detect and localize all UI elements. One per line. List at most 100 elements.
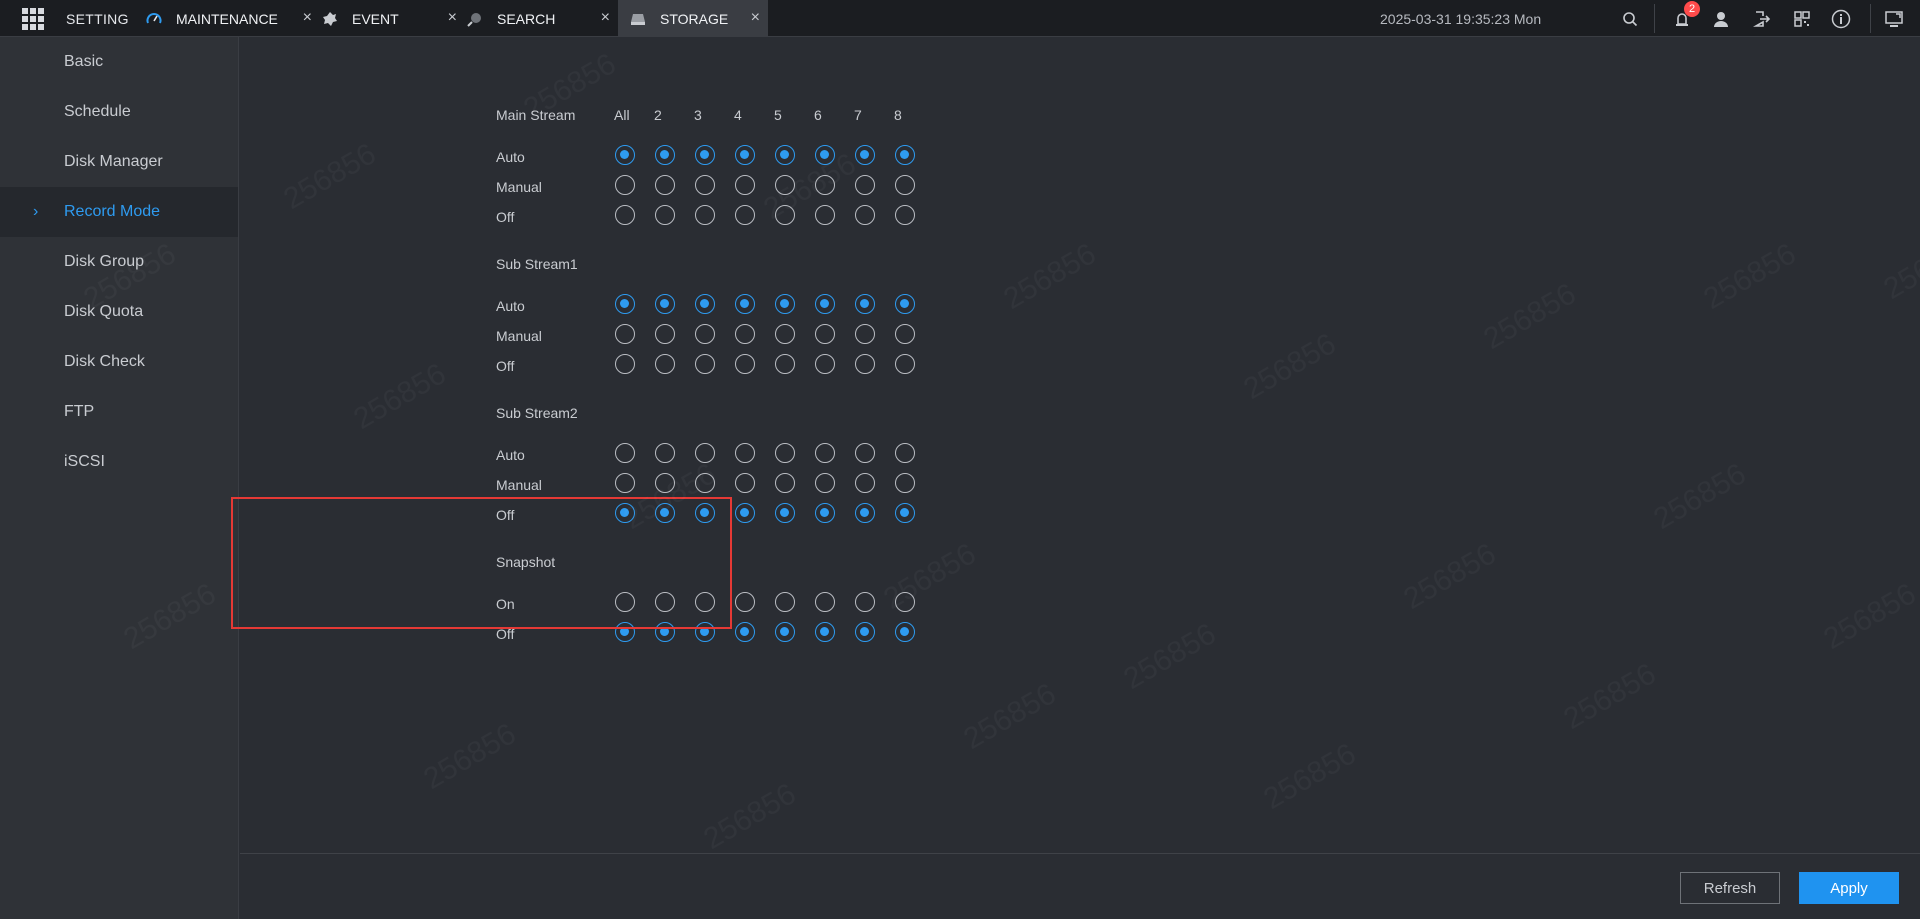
radio-button[interactable] xyxy=(615,592,635,612)
radio-button[interactable] xyxy=(655,592,675,612)
sidebar-item-record-mode[interactable]: › Record Mode xyxy=(0,187,238,237)
radio-button[interactable] xyxy=(735,324,755,344)
radio-button[interactable] xyxy=(855,145,875,165)
radio-button[interactable] xyxy=(855,592,875,612)
qr-code-icon[interactable] xyxy=(1790,7,1814,31)
radio-button[interactable] xyxy=(775,324,795,344)
radio-button[interactable] xyxy=(695,592,715,612)
sidebar-item-basic[interactable]: Basic xyxy=(0,37,238,87)
radio-button[interactable] xyxy=(775,354,795,374)
radio-button[interactable] xyxy=(815,324,835,344)
radio-button[interactable] xyxy=(895,592,915,612)
tab-search[interactable]: SEARCH × xyxy=(465,0,618,37)
radio-button[interactable] xyxy=(735,145,755,165)
radio-button[interactable] xyxy=(695,473,715,493)
radio-button[interactable] xyxy=(695,175,715,195)
sidebar-item-disk-group[interactable]: Disk Group xyxy=(0,237,238,287)
radio-button[interactable] xyxy=(815,205,835,225)
radio-button[interactable] xyxy=(695,205,715,225)
radio-button[interactable] xyxy=(815,294,835,314)
radio-button[interactable] xyxy=(695,622,715,642)
radio-button[interactable] xyxy=(895,294,915,314)
radio-button[interactable] xyxy=(775,503,795,523)
radio-button[interactable] xyxy=(855,294,875,314)
logout-icon[interactable] xyxy=(1750,7,1774,31)
radio-button[interactable] xyxy=(735,443,755,463)
radio-button[interactable] xyxy=(895,205,915,225)
radio-button[interactable] xyxy=(735,622,755,642)
radio-button[interactable] xyxy=(695,294,715,314)
tab-maintenance[interactable]: MAINTENANCE × xyxy=(144,0,320,37)
radio-button[interactable] xyxy=(615,503,635,523)
radio-button[interactable] xyxy=(895,354,915,374)
close-icon[interactable]: × xyxy=(601,9,610,27)
tab-storage[interactable]: STORAGE × xyxy=(618,0,768,37)
radio-button[interactable] xyxy=(895,622,915,642)
sidebar-item-schedule[interactable]: Schedule xyxy=(0,87,238,137)
radio-button[interactable] xyxy=(615,175,635,195)
radio-button[interactable] xyxy=(855,503,875,523)
close-icon[interactable]: × xyxy=(303,9,312,27)
radio-button[interactable] xyxy=(655,294,675,314)
radio-button[interactable] xyxy=(775,205,795,225)
radio-button[interactable] xyxy=(655,205,675,225)
radio-button[interactable] xyxy=(855,622,875,642)
radio-button[interactable] xyxy=(695,354,715,374)
radio-button[interactable] xyxy=(735,294,755,314)
radio-button[interactable] xyxy=(615,324,635,344)
radio-button[interactable] xyxy=(615,354,635,374)
close-icon[interactable]: × xyxy=(751,9,760,27)
radio-button[interactable] xyxy=(735,503,755,523)
radio-button[interactable] xyxy=(695,145,715,165)
radio-button[interactable] xyxy=(775,145,795,165)
radio-button[interactable] xyxy=(895,443,915,463)
radio-button[interactable] xyxy=(895,503,915,523)
radio-button[interactable] xyxy=(855,354,875,374)
radio-button[interactable] xyxy=(615,205,635,225)
radio-button[interactable] xyxy=(855,473,875,493)
radio-button[interactable] xyxy=(615,443,635,463)
radio-button[interactable] xyxy=(815,354,835,374)
radio-button[interactable] xyxy=(615,473,635,493)
radio-button[interactable] xyxy=(895,473,915,493)
radio-button[interactable] xyxy=(815,503,835,523)
search-icon[interactable] xyxy=(1618,7,1642,31)
radio-button[interactable] xyxy=(815,145,835,165)
radio-button[interactable] xyxy=(615,622,635,642)
radio-button[interactable] xyxy=(895,175,915,195)
radio-button[interactable] xyxy=(735,592,755,612)
tab-event[interactable]: EVENT × xyxy=(320,0,465,37)
user-icon[interactable] xyxy=(1709,7,1733,31)
radio-button[interactable] xyxy=(775,294,795,314)
radio-button[interactable] xyxy=(615,145,635,165)
radio-button[interactable] xyxy=(655,622,675,642)
radio-button[interactable] xyxy=(655,145,675,165)
alarm-icon[interactable]: 2 xyxy=(1670,1,1700,31)
radio-button[interactable] xyxy=(815,473,835,493)
radio-button[interactable] xyxy=(655,473,675,493)
radio-button[interactable] xyxy=(815,592,835,612)
radio-button[interactable] xyxy=(615,294,635,314)
radio-button[interactable] xyxy=(695,324,715,344)
radio-button[interactable] xyxy=(735,354,755,374)
radio-button[interactable] xyxy=(655,324,675,344)
radio-button[interactable] xyxy=(775,622,795,642)
radio-button[interactable] xyxy=(895,324,915,344)
radio-button[interactable] xyxy=(855,443,875,463)
radio-button[interactable] xyxy=(655,354,675,374)
refresh-button[interactable]: Refresh xyxy=(1680,872,1780,904)
radio-button[interactable] xyxy=(655,503,675,523)
radio-button[interactable] xyxy=(815,175,835,195)
radio-button[interactable] xyxy=(655,443,675,463)
radio-button[interactable] xyxy=(775,175,795,195)
display-icon[interactable] xyxy=(1882,7,1906,31)
radio-button[interactable] xyxy=(895,145,915,165)
radio-button[interactable] xyxy=(655,175,675,195)
sidebar-item-ftp[interactable]: FTP xyxy=(0,387,238,437)
close-icon[interactable]: × xyxy=(448,9,457,27)
radio-button[interactable] xyxy=(815,443,835,463)
radio-button[interactable] xyxy=(775,443,795,463)
sidebar-item-disk-quota[interactable]: Disk Quota xyxy=(0,287,238,337)
radio-button[interactable] xyxy=(855,324,875,344)
radio-button[interactable] xyxy=(855,175,875,195)
